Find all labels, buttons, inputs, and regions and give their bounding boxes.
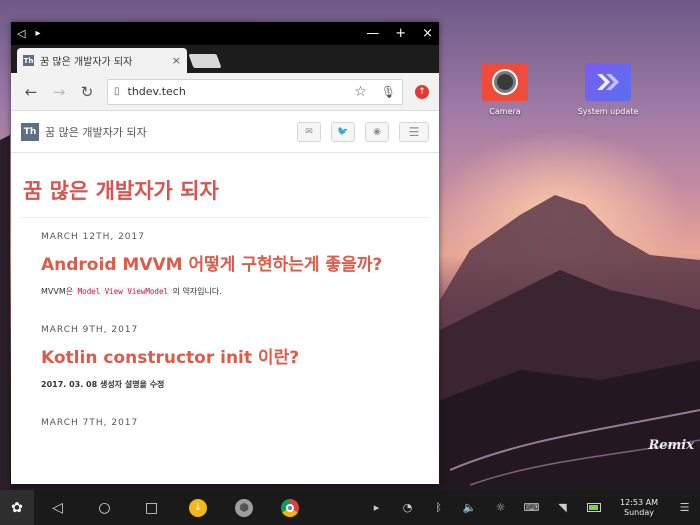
post-excerpt: MVVM은 Model View ViewModel 의 약자입니다. xyxy=(41,286,439,297)
taskbar-app-chrome[interactable] xyxy=(267,498,313,517)
excerpt-text: MVVM은 xyxy=(41,287,74,296)
post-title-link[interactable]: Kotlin constructor init 이란? xyxy=(41,347,439,370)
forward-arrow-icon[interactable]: → xyxy=(45,83,73,101)
battery-icon[interactable] xyxy=(578,503,609,512)
browser-tab[interactable]: Th 꿈 많은 개발자가 되자 × xyxy=(17,48,187,73)
reload-icon[interactable]: ↻ xyxy=(73,83,101,101)
brightness-icon[interactable]: ☼ xyxy=(485,501,516,514)
speed-gauge-icon[interactable]: ◔ xyxy=(392,501,423,514)
tray-expand-icon[interactable]: ▸ xyxy=(361,501,392,514)
circle-home-icon: ○ xyxy=(98,499,111,516)
chrome-icon xyxy=(281,498,299,517)
site-header: Th 꿈 많은 개발자가 되자 ✉ 🐦 ◉ ☰ xyxy=(11,111,439,153)
keyboard-icon[interactable]: ⌨ xyxy=(516,501,547,514)
back-arrow-icon[interactable]: ← xyxy=(17,83,45,101)
url-text[interactable]: thdev.tech xyxy=(128,85,186,98)
taskbar-app-settings[interactable]: ⬢ xyxy=(221,498,267,517)
nav-recents-button[interactable]: □ xyxy=(128,500,175,516)
clock-time: 12:53 AM xyxy=(620,497,658,507)
favicon-icon: Th xyxy=(23,55,34,66)
clock-day: Sunday xyxy=(624,507,654,517)
web-page: Th 꿈 많은 개발자가 되자 ✉ 🐦 ◉ ☰ 꿈 많은 개발자가 되자 MAR… xyxy=(11,111,439,484)
remix-logo-icon: ✿ xyxy=(11,499,23,516)
tab-title: 꿈 많은 개발자가 되자 xyxy=(40,57,133,68)
system-update-icon xyxy=(585,63,631,101)
desktop-icon-label: Camera xyxy=(489,107,521,116)
twitter-icon[interactable]: 🐦 xyxy=(331,121,355,142)
site-name[interactable]: 꿈 많은 개발자가 되자 xyxy=(45,124,147,140)
site-logo-icon[interactable]: Th xyxy=(21,122,39,141)
post-date: MARCH 7TH, 2017 xyxy=(41,418,139,428)
window-close-button[interactable]: × xyxy=(422,26,433,41)
square-recents-icon: □ xyxy=(144,499,159,516)
post-item: MARCH 9TH, 2017 Kotlin constructor init … xyxy=(11,311,439,390)
desktop-icon-label: System update xyxy=(577,107,639,116)
triangle-back-icon: ◁ xyxy=(52,499,63,516)
email-icon[interactable]: ✉ xyxy=(297,121,321,142)
volume-icon[interactable]: 🔈 xyxy=(454,501,485,514)
post-date: MARCH 12TH, 2017 xyxy=(41,232,145,242)
excerpt-text: 의 약자입니다. xyxy=(172,287,222,296)
start-menu-button[interactable]: ✿ xyxy=(0,490,34,525)
hamburger-menu-icon[interactable]: ☰ xyxy=(399,121,429,142)
wifi-icon[interactable]: ◥ xyxy=(547,501,578,514)
excerpt-code: Model View ViewModel xyxy=(75,287,170,296)
download-icon: ↓ xyxy=(189,498,207,517)
page-title: 꿈 많은 개발자가 되자 xyxy=(23,179,219,203)
address-bar[interactable]: ▯ thdev.tech ☆ 🎙 xyxy=(107,78,403,105)
post-title-link[interactable]: Android MVVM 어떻게 구현하는게 좋을까? xyxy=(41,254,439,277)
browser-window: ◁ ▸ — + × Th 꿈 많은 개발자가 되자 × ← → ↻ ▯ thde… xyxy=(11,22,439,484)
window-maximize-button[interactable]: + xyxy=(395,26,406,41)
taskbar: ✿ ◁ ○ □ ↓ ⬢ ▸ ◔ ᛒ 🔈 ☼ ⌨ ◥ 12:53 AM Sunda… xyxy=(0,490,700,525)
window-back-button[interactable]: ◁ xyxy=(17,27,25,40)
settings-hex-icon: ⬢ xyxy=(235,498,253,517)
post-date: MARCH 9TH, 2017 xyxy=(41,325,139,335)
camera-icon xyxy=(482,63,528,101)
post-item: MARCH 12TH, 2017 Android MVVM 어떻게 구현하는게 … xyxy=(11,218,439,297)
bookmark-star-icon[interactable]: ☆ xyxy=(354,84,367,100)
system-tray: ▸ ◔ ᛒ 🔈 ☼ ⌨ ◥ 12:53 AM Sunday ☰ xyxy=(361,490,700,525)
post-excerpt: 2017. 03. 08 생성자 설명을 수정 xyxy=(41,380,165,389)
window-minimize-button[interactable]: — xyxy=(366,26,379,41)
browser-toolbar: ← → ↻ ▯ thdev.tech ☆ 🎙 ↑ xyxy=(11,73,439,111)
new-tab-button[interactable] xyxy=(188,54,222,68)
bluetooth-icon[interactable]: ᛒ xyxy=(423,501,454,514)
clock[interactable]: 12:53 AM Sunday xyxy=(609,498,669,518)
chrome-update-icon[interactable]: ↑ xyxy=(415,84,429,99)
github-icon[interactable]: ◉ xyxy=(365,121,389,142)
desktop-icon-camera[interactable]: Camera xyxy=(460,63,550,116)
page-info-icon[interactable]: ▯ xyxy=(114,86,120,97)
desktop-icon-system-update[interactable]: System update xyxy=(563,63,653,116)
nav-back-button[interactable]: ◁ xyxy=(34,500,81,516)
window-titlebar[interactable]: ◁ ▸ — + × xyxy=(11,22,439,45)
microphone-icon[interactable]: 🎙 xyxy=(381,85,396,99)
tab-strip: Th 꿈 많은 개발자가 되자 × xyxy=(11,45,439,73)
notifications-menu-icon[interactable]: ☰ xyxy=(669,501,700,514)
window-menu-button[interactable]: ▸ xyxy=(35,28,40,39)
taskbar-app-downloads[interactable]: ↓ xyxy=(175,498,221,517)
tab-close-button[interactable]: × xyxy=(172,54,181,67)
post-item: MARCH 7TH, 2017 xyxy=(11,404,439,428)
nav-home-button[interactable]: ○ xyxy=(81,500,128,516)
remix-watermark: Remix xyxy=(648,438,694,453)
